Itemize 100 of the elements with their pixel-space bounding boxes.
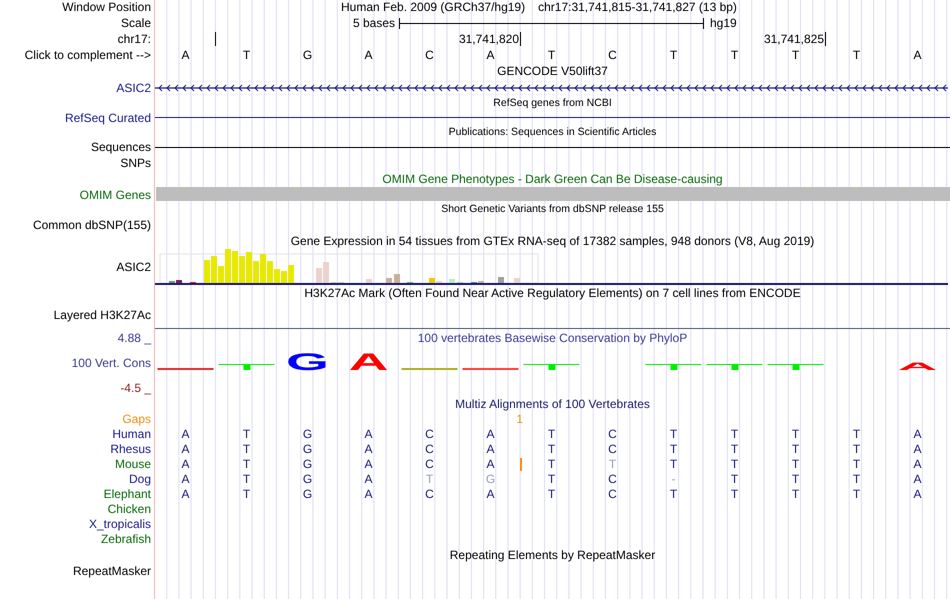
aligned-base: C [608,427,617,441]
species-label: X_tropicalis [88,517,151,531]
aligned-base: A [486,457,494,471]
aligned-base: T [852,427,860,441]
base-letter[interactable]: T [242,48,250,62]
species-label: Chicken [108,502,151,516]
aligned-base: T [242,472,250,486]
base-letter[interactable]: G [302,48,312,62]
species-label: Zebrafish [100,532,151,546]
aligned-base: A [181,487,190,501]
aligned-base: A [913,487,922,501]
axis-max-label: 4.88 _ [118,330,151,344]
aligned-base: A [364,472,372,486]
track-label: Click to complement --> [24,48,151,63]
aligned-base: A [181,457,190,471]
base-letter[interactable]: C [608,48,617,62]
track-label: Layered H3K27Ac [54,308,151,322]
aligned-base: G [302,427,312,441]
aligned-base: G [302,457,312,471]
track-title: OMIM Gene Phenotypes - Dark Green Can Be Disease-causing [382,172,723,186]
aligned-base: A [913,472,922,486]
aligned-base: T [548,487,556,501]
assembly-text: Human Feb. 2009 (GRCh37/hg19) [341,0,526,14]
aligned-base: C [608,442,617,456]
aligned-base: T [730,487,738,501]
aligned-base: C [425,487,434,501]
track-title: GENCODE V50lift37 [497,64,608,78]
base-letter[interactable]: C [425,48,434,62]
aligned-base: T [730,427,738,441]
aligned-base: T [852,472,860,486]
position-label: 31,741,825 [764,32,826,46]
track-label[interactable]: ASIC2 [116,80,151,94]
aligned-base: T [792,487,800,501]
aligned-base: A [364,487,372,501]
species-label: Elephant [104,487,151,501]
aligned-base: A [181,472,190,486]
track-title: RefSeq genes from NCBI [493,96,612,109]
base-letter[interactable]: A [364,48,372,62]
aligned-base: - [672,472,676,486]
aligned-base: T [670,427,678,441]
track-label: Gaps [122,412,151,426]
track-label: ASIC2 [116,260,151,274]
base-letter[interactable]: T [670,48,678,62]
aligned-base: C [425,457,434,471]
aligned-base: T [548,472,556,486]
logo-letter: G [286,348,329,376]
aligned-base: C [425,427,434,441]
track-label: 100 Vert. Cons [72,356,151,370]
species-label: Dog [128,472,151,486]
aligned-base: T [242,457,250,471]
logo-letter: A [898,360,938,372]
species-label: Mouse [114,457,151,471]
track-title: H3K27Ac Mark (Often Found Near Active Regulatory Elements) on 7 cell lines from ENCODE [304,286,801,300]
aligned-base: A [364,442,372,456]
track-label: SNPs [120,156,151,170]
base-letter[interactable]: T [792,48,800,62]
track-title: 100 vertebrates Basewise Conservation by PhyloP [418,330,688,344]
aligned-base: T [548,427,556,441]
axis-min-label: -4.5 _ [120,380,151,394]
aligned-base: T [852,487,860,501]
track-title: Repeating Elements by RepeatMasker [450,548,656,562]
aligned-base: T [548,442,556,456]
expression-chart-drawing[interactable] [155,249,948,285]
aligned-base: A [364,457,372,471]
base-letter[interactable]: T [852,48,860,62]
aligned-base: G [302,472,312,486]
aligned-base: G [486,472,496,486]
scale-db-text: hg19 [710,16,737,30]
aligned-base: T [548,457,556,471]
base-letter[interactable]: T [548,48,556,62]
track-label: Sequences [90,140,151,154]
base-letter[interactable]: T [730,48,738,62]
logo-letter: A [348,348,388,376]
track-label: chr17: [118,32,151,47]
aligned-base: A [486,427,494,441]
aligned-base: T [242,487,250,501]
aligned-base: T [730,457,738,471]
base-letter[interactable]: A [913,48,922,62]
base-letter[interactable]: A [486,48,494,62]
aligned-base: T [242,427,250,441]
track-title: Gene Expression in 54 tissues from GTEx RNA-seq of 17382 samples, 948 donors (V8, Aug 2019) [290,234,814,248]
aligned-base: A [913,442,922,456]
aligned-base: A [486,487,494,501]
track-title: Publications: Sequences in Scientific Articles [448,126,656,138]
aligned-base: A [486,442,494,456]
aligned-base: A [913,457,922,471]
aligned-base: T [852,457,860,471]
track-label: RefSeq Curated [64,110,151,124]
species-label: Human [112,427,151,441]
position-text: chr17:31,741,815-31,741,827 (13 bp) [538,0,737,14]
aligned-base: T [792,472,800,486]
aligned-base: T [792,457,800,471]
aligned-base: A [913,427,922,441]
track-label: RepeatMasker [72,564,151,578]
tick-mark [215,32,216,46]
species-label: Rhesus [110,442,151,456]
gap-count: 1 [516,412,523,426]
aligned-base: A [181,427,190,441]
aligned-base: T [730,472,738,486]
base-letter[interactable]: A [181,48,190,62]
